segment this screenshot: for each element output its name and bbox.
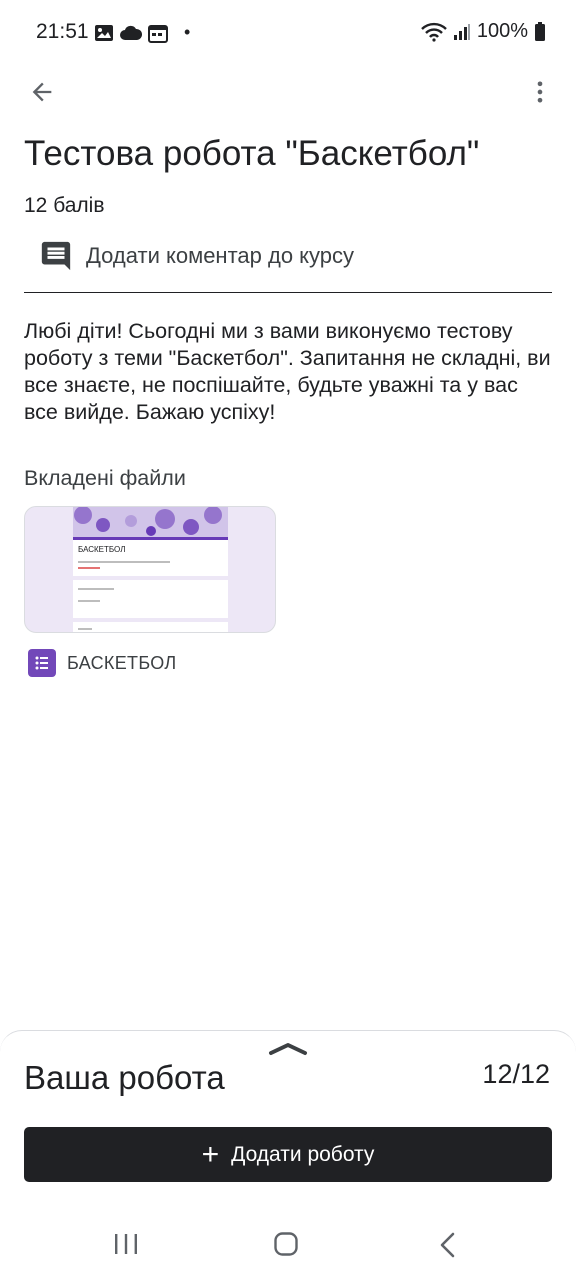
calendar-icon [148,24,168,43]
system-navigation-bar [0,1210,576,1280]
chevron-up-icon [269,1043,307,1055]
assignment-title: Тестова робота "Баскетбол" [24,134,480,173]
submission-count: 12/12 [482,1059,550,1089]
recent-apps-icon[interactable] [112,1232,140,1256]
signal-icon [453,23,470,40]
battery-percent: 100% [476,20,528,42]
attachment-name: БАСКЕТБОЛ [67,652,177,673]
comment-icon [38,238,74,274]
add-class-comment-button[interactable]: Додати коментар до курсу [24,236,552,276]
add-work-label: Додати роботу [231,1142,375,1166]
battery-icon [535,21,545,41]
your-work-title: Ваша робота [24,1059,225,1096]
form-question-box [73,622,228,632]
status-system-icons: 100% [420,20,546,43]
form-title-box: БАСКЕТБОЛ [73,540,228,576]
assignment-points: 12 балів [24,194,105,217]
add-class-comment-label: Додати коментар до курсу [86,243,355,268]
notification-dot: • [184,22,191,42]
image-icon [95,24,113,41]
plus-icon: + [201,1137,220,1171]
more-options-button[interactable] [520,72,560,112]
form-preview-title: БАСКЕТБОЛ [78,545,126,554]
assignment-description: Любі діти! Сьогодні ми з вами виконуємо … [24,319,551,424]
cloud-icon [120,25,142,40]
status-notification-icons: • [94,22,190,43]
attachment-preview-card[interactable]: БАСКЕТБОЛ [24,506,276,633]
back-button[interactable] [22,72,62,112]
divider [24,292,552,293]
wifi-icon [420,22,447,42]
status-bar: 21:51 • 100% [0,0,576,64]
more-vert-icon [537,81,543,103]
home-icon[interactable] [274,1232,298,1256]
status-time: 21:51 [36,20,89,43]
form-question-box [73,580,228,618]
arrow-back-icon [32,82,52,102]
attachments-heading: Вкладені файли [24,466,186,490]
add-work-button[interactable]: + Додати роботу [24,1127,552,1182]
expand-sheet-handle[interactable] [268,1041,308,1057]
attachment-item[interactable]: БАСКЕТБОЛ [28,649,176,677]
back-icon[interactable] [438,1232,458,1258]
form-header-image [73,507,228,537]
app-bar [0,64,576,120]
google-forms-icon [28,649,56,677]
